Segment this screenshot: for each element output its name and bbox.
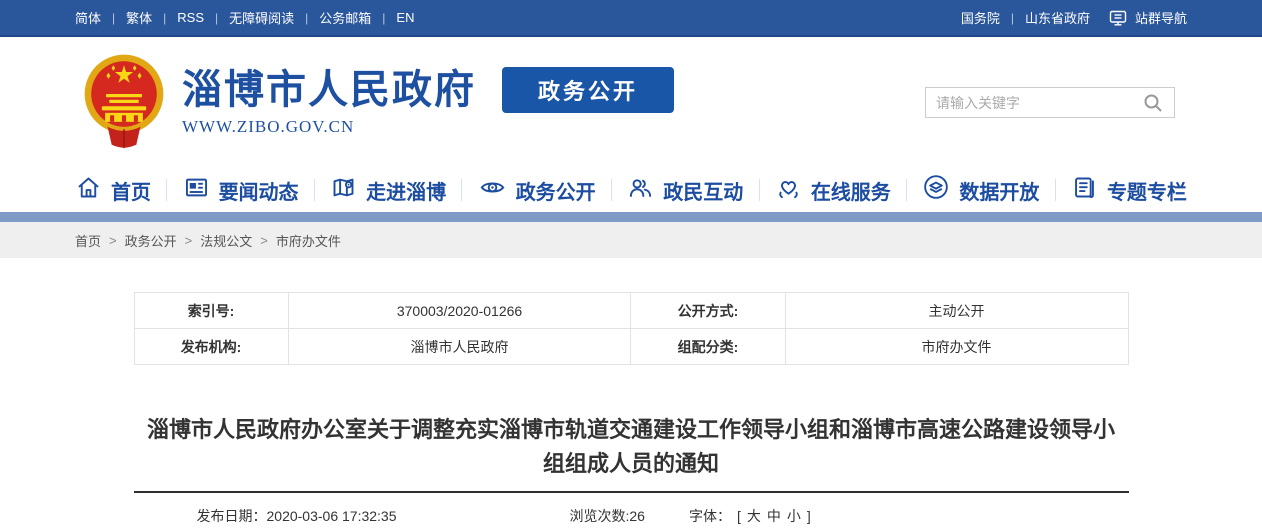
breadcrumb-separator: > (109, 233, 117, 248)
breadcrumb-separator: > (185, 233, 193, 248)
link-shandong-gov[interactable]: 山东省政府 (1025, 8, 1090, 27)
site-title[interactable]: 淄博市人民政府 (182, 68, 476, 112)
nav-item-open-data[interactable]: 数据开放 (922, 173, 1039, 207)
view-count: 浏览次数:26 (570, 506, 645, 526)
font-size-small[interactable]: 小 (787, 506, 801, 526)
search-input[interactable] (936, 95, 1142, 111)
nav-item-label: 要闻动态 (219, 176, 299, 205)
site-url: WWW.ZIBO.GOV.CN (182, 117, 476, 137)
issuing-agency-label: 发布机构: (134, 329, 288, 365)
view-count-label: 浏览次数: (570, 508, 630, 524)
national-emblem-icon[interactable] (83, 53, 165, 153)
site-identity: 淄博市人民政府 WWW.ZIBO.GOV.CN (182, 68, 476, 137)
nav-item-gov-open[interactable]: 政务公开 (478, 174, 596, 207)
breadcrumb-gov-open[interactable]: 政务公开 (125, 231, 177, 250)
breadcrumb: 首页 > 政务公开 > 法规公文 > 市府办文件 (75, 222, 1187, 258)
home-icon (75, 174, 102, 207)
breadcrumb-home[interactable]: 首页 (75, 231, 101, 250)
topbar-separator: | (305, 11, 308, 25)
divider-strip (0, 212, 1262, 222)
breadcrumb-separator: > (260, 233, 268, 248)
doc-info-table: 索引号: 370003/2020-01266 公开方式: 主动公开 发布机构: … (134, 292, 1129, 365)
publish-date-label: 发布日期： (197, 508, 267, 524)
table-row: 发布机构: 淄博市人民政府 组配分类: 市府办文件 (134, 329, 1128, 365)
issuing-agency-value: 淄博市人民政府 (288, 329, 631, 365)
nav-item-special-topics[interactable]: 专题专栏 (1071, 174, 1187, 207)
data-layers-icon (922, 173, 950, 207)
link-site-group-nav[interactable]: 站群导航 (1135, 8, 1187, 27)
nav-divider (461, 179, 462, 201)
nav-item-news[interactable]: 要闻动态 (183, 174, 299, 207)
nav-divider (314, 179, 315, 201)
document-icon (1071, 174, 1098, 207)
nav-divider (759, 179, 760, 201)
topbar-separator: | (163, 11, 166, 25)
link-official-mail[interactable]: 公务邮箱 (319, 8, 371, 27)
topbar-separator: | (382, 11, 385, 25)
article-meta: 发布日期：2020-03-06 17:32:35 浏览次数:26 字体： [ 大… (134, 493, 1129, 526)
font-size-control: 字体： [ 大 中 小 ] (689, 506, 811, 526)
nav-item-label: 专题专栏 (1107, 176, 1187, 205)
font-size-large[interactable]: 大 (747, 506, 761, 526)
index-number-label: 索引号: (134, 293, 288, 329)
top-utility-bar: 简体 | 繁体 | RSS | 无障碍阅读 | 公务邮箱 | EN 国务院 | … (0, 0, 1262, 37)
index-number-value: 370003/2020-01266 (288, 293, 631, 329)
topbar-separator: | (1011, 11, 1014, 25)
link-state-council[interactable]: 国务院 (961, 8, 1000, 27)
site-header: 淄博市人民政府 WWW.ZIBO.GOV.CN 政务公开 (0, 37, 1262, 168)
breadcrumb-regulations[interactable]: 法规公文 (200, 231, 252, 250)
topbar-separator: | (112, 11, 115, 25)
news-icon (183, 174, 210, 207)
search-icon[interactable] (1142, 92, 1164, 114)
publish-date: 发布日期：2020-03-06 17:32:35 (197, 506, 397, 526)
nav-item-home[interactable]: 首页 (75, 174, 151, 207)
heart-hands-icon (775, 174, 802, 207)
link-traditional-chinese[interactable]: 繁体 (126, 8, 152, 27)
eye-icon (478, 174, 507, 207)
publish-date-value: 2020-03-06 17:32:35 (267, 508, 397, 524)
topbar-right-links: 国务院 | 山东省政府 站群导航 (961, 8, 1187, 28)
main-nav: 首页 要闻动态 (0, 168, 1262, 212)
article-title: 淄博市人民政府办公室关于调整充实淄博市轨道交通建设工作领导小组和淄博市高速公路建… (134, 413, 1129, 481)
publicity-method-label: 公开方式: (631, 293, 785, 329)
nav-divider (611, 179, 612, 201)
category-value: 市府办文件 (785, 329, 1128, 365)
font-size-label: 字体： (689, 506, 731, 526)
nav-item-label: 在线服务 (811, 176, 891, 205)
topbar-separator: | (215, 11, 218, 25)
breadcrumb-bar: 首页 > 政务公开 > 法规公文 > 市府办文件 (0, 222, 1262, 258)
nav-item-label: 走进淄博 (366, 176, 446, 205)
search-box (925, 87, 1175, 118)
map-pin-icon (330, 174, 357, 207)
link-accessibility[interactable]: 无障碍阅读 (229, 8, 294, 27)
nav-item-about-zibo[interactable]: 走进淄博 (330, 174, 446, 207)
people-icon (627, 174, 654, 207)
nav-item-interaction[interactable]: 政民互动 (627, 174, 743, 207)
font-size-medium[interactable]: 中 (767, 506, 781, 526)
gov-open-button[interactable]: 政务公开 (502, 67, 674, 113)
nav-item-label: 数据开放 (959, 176, 1039, 205)
monitor-icon (1108, 8, 1128, 28)
category-label: 组配分类: (631, 329, 785, 365)
nav-divider (906, 179, 907, 201)
publicity-method-value: 主动公开 (785, 293, 1128, 329)
link-rss[interactable]: RSS (177, 10, 204, 25)
nav-divider (1055, 179, 1056, 201)
nav-item-label: 政务公开 (516, 176, 596, 205)
nav-item-label: 首页 (111, 176, 151, 205)
table-row: 索引号: 370003/2020-01266 公开方式: 主动公开 (134, 293, 1128, 329)
nav-item-online-services[interactable]: 在线服务 (775, 174, 891, 207)
breadcrumb-current[interactable]: 市府办文件 (276, 231, 341, 250)
document-content: 索引号: 370003/2020-01266 公开方式: 主动公开 发布机构: … (134, 292, 1129, 526)
link-english[interactable]: EN (396, 10, 414, 25)
link-simplified-chinese[interactable]: 简体 (75, 8, 101, 27)
nav-item-label: 政民互动 (663, 176, 743, 205)
nav-divider (166, 179, 167, 201)
bracket-open: [ (737, 508, 741, 524)
view-count-value: 26 (629, 508, 645, 524)
topbar-left-links: 简体 | 繁体 | RSS | 无障碍阅读 | 公务邮箱 | EN (75, 8, 414, 27)
bracket-close: ] (807, 508, 811, 524)
